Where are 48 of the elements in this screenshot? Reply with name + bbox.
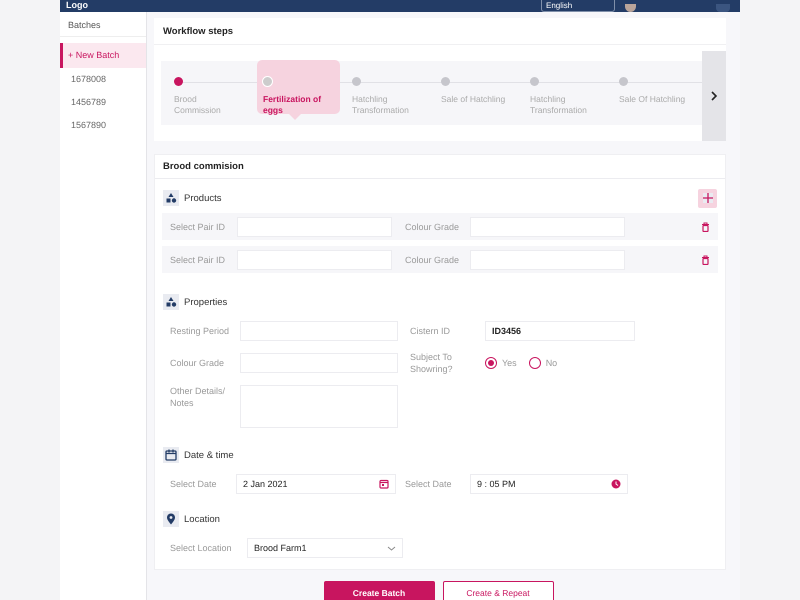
card-title: Brood commision [155, 155, 725, 179]
plus-icon [702, 193, 712, 203]
avatar[interactable] [625, 4, 636, 12]
calendar-icon [379, 479, 389, 489]
chevron-down-icon [387, 545, 396, 551]
card-title: Workflow steps [154, 18, 726, 45]
section-title: Date & time [184, 450, 234, 460]
add-button[interactable] [698, 188, 717, 208]
create-repeat-button[interactable]: Create & Repeat [442, 581, 554, 600]
next-button[interactable] [702, 51, 726, 141]
field-label: Select Location [170, 542, 233, 554]
field-label: Other Details/ Notes [170, 385, 226, 410]
sidebar-item[interactable]: + New Batch [60, 43, 146, 68]
shapes-icon [163, 294, 179, 310]
menu-button[interactable] [716, 4, 730, 12]
sidebar-title: Batches [60, 12, 146, 37]
field-label: Colour Grade [170, 357, 226, 370]
trash-icon [701, 254, 710, 264]
field-label: Select Pair ID [170, 254, 226, 266]
field-label: Resting Period [170, 325, 230, 338]
field-label: Select Pair ID [170, 220, 226, 232]
field-label: Cistern ID [410, 325, 452, 338]
delete-button[interactable] [701, 254, 710, 264]
section-title: Properties [184, 296, 228, 308]
shapes-icon [163, 190, 179, 206]
calendar-icon [163, 447, 179, 463]
sidebar-item[interactable]: 1456789 [60, 91, 146, 114]
section-title: Products [184, 192, 222, 204]
section-title: Location [184, 514, 220, 524]
field-label: Select Date [170, 478, 218, 490]
trash-icon [701, 222, 710, 232]
chevron-right-icon [710, 91, 718, 101]
sidebar-item[interactable]: 1678008 [60, 68, 146, 91]
create-batch-button[interactable]: Create Batch [324, 581, 434, 600]
field-label: Select Date [405, 478, 453, 490]
radio-option[interactable]: Yes [485, 357, 517, 369]
field-label: Subject To Showring? [410, 351, 454, 375]
input-field[interactable]: ID3456 [485, 321, 635, 341]
date-field[interactable]: 2 Jan 2021 [236, 474, 396, 494]
clock-icon [611, 479, 621, 489]
field-label: Colour Grade [405, 220, 460, 232]
field-label: Colour Grade [405, 254, 460, 266]
time-field[interactable]: 9 : 05 PM [470, 474, 628, 494]
location-pin-icon [163, 511, 179, 527]
logo[interactable]: Logo [66, 0, 88, 11]
sidebar-item[interactable]: 1567890 [60, 114, 146, 137]
delete-button[interactable] [701, 222, 710, 232]
location-dropdown[interactable]: Brood Farm1 [247, 538, 403, 558]
